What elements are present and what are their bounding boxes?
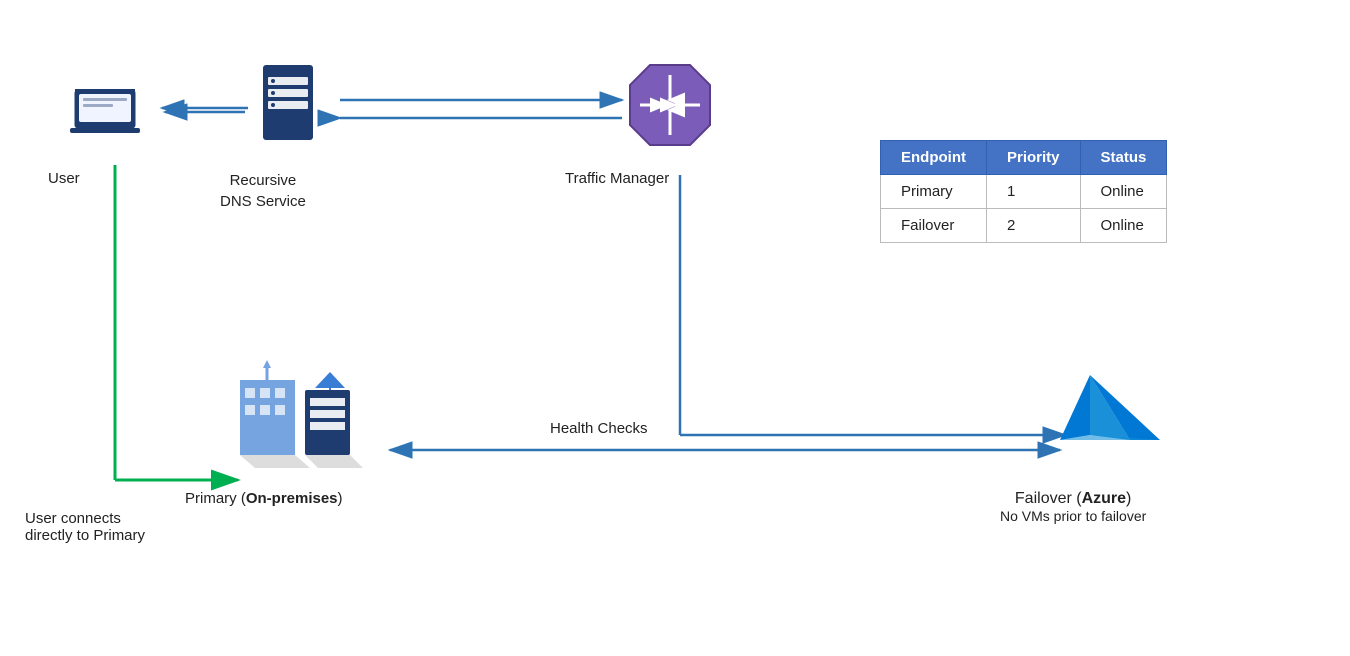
diagram-container: User RecursiveDNS Service Traffic Manage… xyxy=(0,0,1350,656)
dns-label: RecursiveDNS Service xyxy=(220,170,306,212)
table-row: Primary 1 Online xyxy=(881,175,1167,209)
primary-label: Primary (On-premises) xyxy=(185,490,343,507)
dns-server-icon xyxy=(248,55,328,160)
dns-text: RecursiveDNS Service xyxy=(220,172,306,210)
endpoint-primary: Primary xyxy=(881,175,987,209)
user-label: User xyxy=(48,170,80,187)
traffic-manager-icon xyxy=(620,55,720,160)
user-icon xyxy=(65,60,145,145)
priority-table: Endpoint Priority Status Primary 1 Onlin… xyxy=(880,140,1167,243)
user-connects-label: User connectsdirectly to Primary xyxy=(25,510,145,544)
traffic-manager-label: Traffic Manager xyxy=(565,170,669,187)
table-header-priority: Priority xyxy=(986,141,1080,175)
table-row: Failover 2 Online xyxy=(881,209,1167,243)
priority-1: 1 xyxy=(986,175,1080,209)
status-failover: Online xyxy=(1080,209,1167,243)
priority-2: 2 xyxy=(986,209,1080,243)
status-primary: Online xyxy=(1080,175,1167,209)
failover-server-icon xyxy=(1055,355,1165,470)
primary-server-icon xyxy=(235,360,395,475)
table-header-status: Status xyxy=(1080,141,1167,175)
table-header-endpoint: Endpoint xyxy=(881,141,987,175)
endpoint-failover: Failover xyxy=(881,209,987,243)
failover-label: Failover (Azure) No VMs prior to failove… xyxy=(1000,490,1146,526)
health-checks-label: Health Checks xyxy=(550,420,648,437)
